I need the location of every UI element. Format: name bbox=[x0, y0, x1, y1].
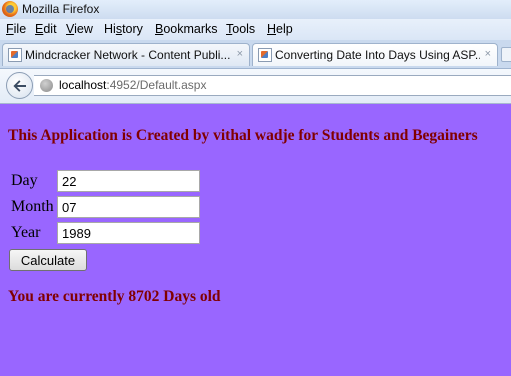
menu-file[interactable]: File bbox=[6, 22, 26, 36]
tab-close-icon[interactable]: × bbox=[237, 48, 243, 61]
address-url: localhost:4952/Default.aspx bbox=[59, 78, 206, 92]
menu-view-label: iew bbox=[74, 22, 93, 36]
favicon-icon bbox=[8, 48, 22, 62]
calculate-button[interactable]: Calculate bbox=[9, 249, 87, 271]
window-title: Mozilla Firefox bbox=[22, 2, 100, 16]
menu-help[interactable]: Help bbox=[267, 22, 293, 36]
day-input[interactable] bbox=[57, 170, 200, 192]
window-titlebar: Mozilla Firefox bbox=[0, 0, 511, 19]
navigation-toolbar: localhost:4952/Default.aspx bbox=[0, 69, 511, 104]
menu-file-accel: F bbox=[6, 22, 14, 36]
year-label: Year bbox=[11, 224, 41, 241]
month-input[interactable] bbox=[57, 196, 200, 218]
menu-edit[interactable]: Edit bbox=[35, 22, 57, 36]
back-button[interactable] bbox=[6, 72, 33, 99]
menu-file-label: ile bbox=[13, 22, 27, 36]
year-input[interactable] bbox=[57, 222, 200, 244]
menu-history-label: tory bbox=[122, 22, 143, 36]
tab-strip: Mindcracker Network - Content Publi... ×… bbox=[0, 40, 511, 69]
page-content: This Application is Created by vithal wa… bbox=[0, 104, 511, 376]
day-label: Day bbox=[11, 172, 38, 189]
menu-view[interactable]: View bbox=[66, 22, 93, 36]
menu-tools[interactable]: Tools bbox=[226, 22, 255, 36]
menu-help-label: elp bbox=[276, 22, 293, 36]
menu-bookmarks[interactable]: Bookmarks bbox=[155, 22, 218, 36]
favicon-icon bbox=[258, 48, 272, 62]
menu-edit-label: dit bbox=[43, 22, 57, 36]
tab-mindcracker[interactable]: Mindcracker Network - Content Publi... × bbox=[2, 43, 250, 66]
url-host: localhost bbox=[59, 78, 107, 92]
url-path: :4952/Default.aspx bbox=[106, 78, 207, 92]
month-label: Month bbox=[11, 198, 54, 215]
menu-view-accel: V bbox=[66, 22, 75, 36]
menu-tools-label: ools bbox=[232, 22, 256, 36]
firefox-logo-icon bbox=[2, 1, 18, 17]
site-identity-icon bbox=[40, 79, 53, 92]
new-tab-button[interactable] bbox=[501, 47, 511, 62]
tab-converting-date[interactable]: Converting Date Into Days Using ASP.... … bbox=[252, 43, 498, 66]
menu-bookmarks-label: ookmarks bbox=[163, 22, 218, 36]
page-heading: This Application is Created by vithal wa… bbox=[8, 127, 478, 144]
tab-label: Converting Date Into Days Using ASP.... bbox=[275, 48, 480, 62]
back-arrow-icon bbox=[13, 80, 26, 92]
menu-bar: File Edit View History Bookmarks Tools H… bbox=[0, 19, 511, 40]
menu-help-accel: H bbox=[267, 22, 277, 36]
menu-history-prefix: Hi bbox=[104, 22, 116, 36]
menu-history[interactable]: History bbox=[104, 22, 143, 36]
result-message: You are currently 8702 Days old bbox=[8, 288, 221, 305]
address-bar[interactable]: localhost:4952/Default.aspx bbox=[34, 75, 511, 96]
tab-label: Mindcracker Network - Content Publi... bbox=[25, 48, 230, 62]
tab-close-icon[interactable]: × bbox=[485, 48, 491, 61]
